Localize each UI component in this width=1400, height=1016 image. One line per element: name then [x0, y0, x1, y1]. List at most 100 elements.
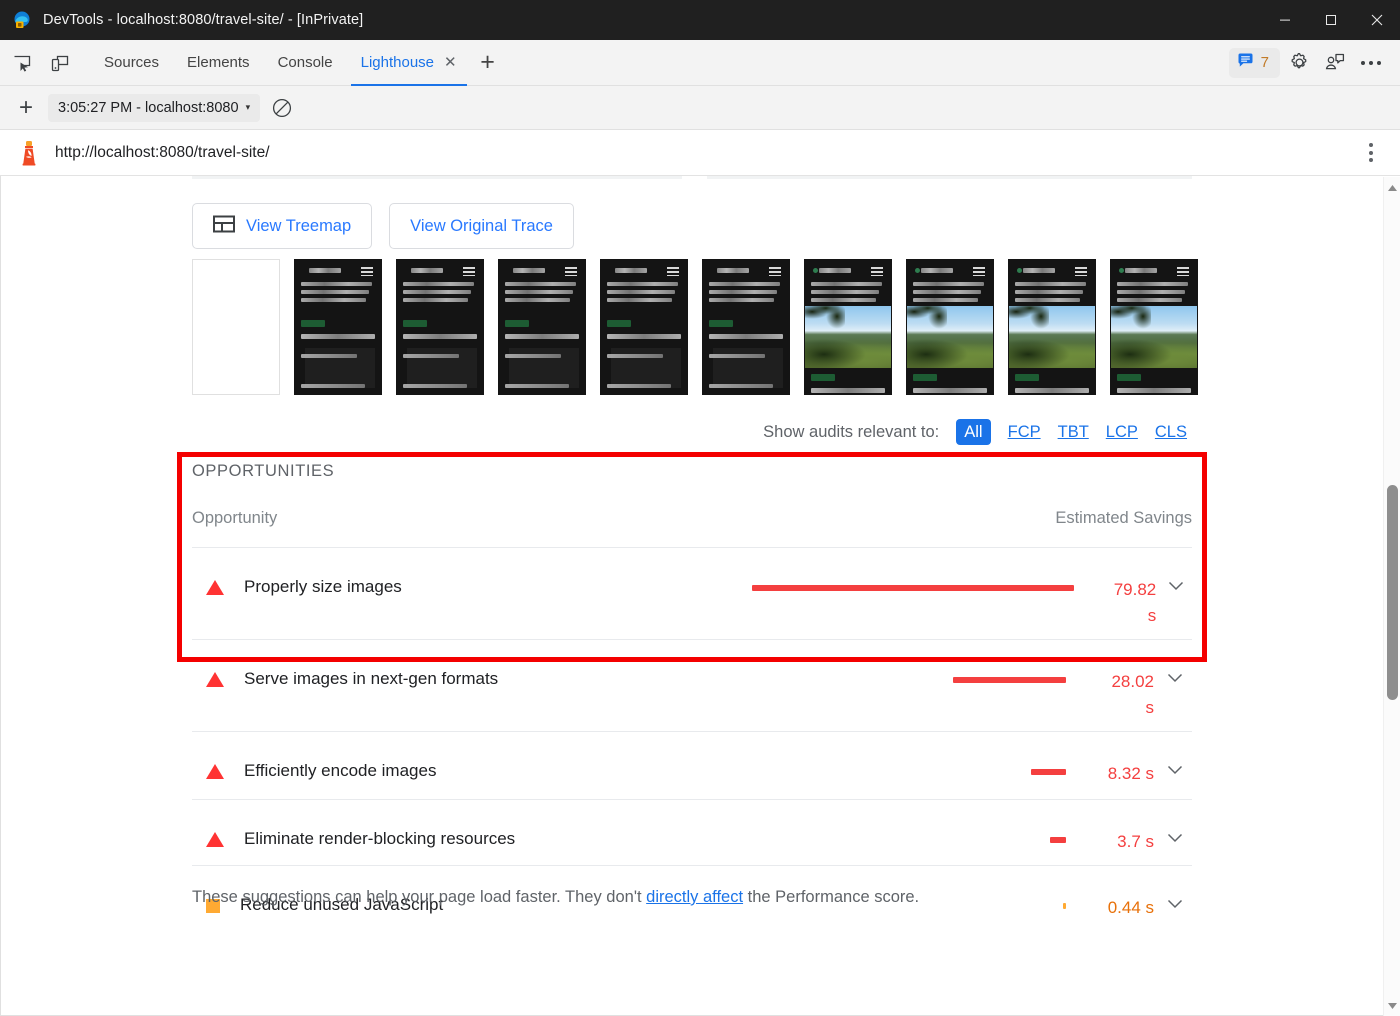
lighthouse-icon — [17, 140, 41, 166]
maximize-button[interactable] — [1308, 0, 1354, 40]
scrollbar-thumb[interactable] — [1387, 485, 1398, 700]
filmstrip-frame[interactable] — [600, 259, 688, 395]
savings-bar-track — [752, 829, 1066, 843]
device-toolbar-icon[interactable] — [44, 48, 76, 78]
filmstrip-frame[interactable] — [1008, 259, 1096, 395]
opportunities-table-header: Opportunity Estimated Savings — [192, 509, 1192, 548]
footnote-text-after: the Performance score. — [743, 888, 920, 906]
filter-chip-all[interactable]: All — [956, 419, 991, 445]
inspect-element-icon[interactable] — [6, 48, 38, 78]
savings-value: 28.02 s — [1066, 669, 1158, 721]
window-title-bar: DevTools - localhost:8080/travel-site/ -… — [0, 0, 1400, 40]
savings-unit: s — [1147, 606, 1157, 625]
chevron-down-icon[interactable] — [1158, 895, 1192, 913]
table-row[interactable]: Properly size images 79.82 s — [192, 548, 1192, 640]
cut-off-section-above — [192, 176, 1192, 180]
filmstrip-frame[interactable] — [498, 259, 586, 395]
window-title: DevTools - localhost:8080/travel-site/ -… — [43, 12, 364, 28]
filter-chip-tbt[interactable]: TBT — [1058, 423, 1089, 442]
savings-bar — [752, 585, 1074, 591]
report-url: http://localhost:8080/travel-site/ — [55, 143, 270, 161]
savings-value: 0.44 s — [1107, 898, 1154, 917]
opportunity-name: Serve images in next-gen formats — [244, 669, 499, 688]
message-count: 7 — [1260, 54, 1269, 71]
tab-sources[interactable]: Sources — [90, 40, 173, 86]
opportunities-section: OPPORTUNITIES Opportunity Estimated Savi… — [192, 462, 1192, 932]
audit-filter-row: Show audits relevant to: All FCP TBT LCP… — [763, 419, 1187, 445]
filter-chip-lcp[interactable]: LCP — [1106, 423, 1138, 442]
opportunities-title: OPPORTUNITIES — [192, 462, 335, 480]
tab-bar-actions: 7 — [1228, 47, 1400, 79]
chevron-down-icon[interactable] — [1160, 577, 1192, 595]
fail-triangle-icon — [206, 832, 224, 847]
view-treemap-label: View Treemap — [246, 216, 352, 235]
savings-value: 3.7 s — [1117, 832, 1154, 851]
report-selector[interactable]: 3:05:27 PM - localhost:8080 ▾ — [48, 93, 261, 122]
footnote-link[interactable]: directly affect — [646, 888, 743, 906]
message-icon — [1237, 52, 1254, 74]
tab-label: Sources — [104, 54, 160, 71]
kebab-menu-icon[interactable] — [1364, 138, 1378, 167]
report-action-buttons: View Treemap View Original Trace — [192, 203, 574, 249]
view-treemap-button[interactable]: View Treemap — [192, 203, 373, 249]
filmstrip-frame[interactable] — [906, 259, 994, 395]
minimize-button[interactable] — [1262, 0, 1308, 40]
more-icon[interactable] — [1354, 47, 1388, 79]
feedback-icon[interactable] — [1318, 47, 1352, 79]
close-button[interactable] — [1354, 0, 1400, 40]
opportunities-footnote: These suggestions can help your page loa… — [192, 888, 919, 907]
savings-bar-track — [752, 761, 1066, 775]
savings-unit: s — [1145, 698, 1155, 717]
filmstrip-frame[interactable] — [702, 259, 790, 395]
opportunity-name: Efficiently encode images — [244, 761, 437, 780]
savings-bar — [953, 677, 1066, 683]
treemap-icon — [213, 214, 235, 239]
report-selector-label: 3:05:27 PM - localhost:8080 — [58, 99, 239, 116]
scroll-down-arrow-icon[interactable] — [1384, 997, 1400, 1014]
filmstrip-frame[interactable] — [804, 259, 892, 395]
chevron-down-icon[interactable] — [1158, 669, 1192, 687]
tab-console[interactable]: Console — [264, 40, 347, 86]
close-icon[interactable]: ✕ — [444, 55, 457, 70]
view-original-trace-button[interactable]: View Original Trace — [389, 203, 574, 249]
chevron-down-icon[interactable] — [1158, 761, 1192, 779]
table-row[interactable]: Serve images in next-gen formats 28.02 s — [192, 640, 1192, 732]
tab-label: Lighthouse — [360, 54, 435, 71]
filmstrip-frame[interactable] — [396, 259, 484, 395]
chevron-down-icon: ▾ — [245, 102, 251, 112]
opportunity-name: Eliminate render-blocking resources — [244, 829, 516, 848]
table-row[interactable]: Eliminate render-blocking resources 3.7 … — [192, 800, 1192, 866]
chevron-down-icon[interactable] — [1158, 829, 1192, 847]
message-count-badge[interactable]: 7 — [1228, 47, 1280, 78]
filmstrip-frame[interactable] — [192, 259, 280, 395]
devtools-tab-bar: Sources Elements Console Lighthouse ✕ + … — [0, 40, 1400, 86]
tab-lighthouse[interactable]: Lighthouse ✕ — [347, 40, 471, 86]
report-scrollbar[interactable] — [1383, 177, 1400, 1016]
savings-bar-track — [752, 577, 1074, 591]
fail-triangle-icon — [206, 580, 224, 595]
tab-elements[interactable]: Elements — [173, 40, 264, 86]
filter-chip-fcp[interactable]: FCP — [1008, 423, 1041, 442]
filmstrip-frame[interactable] — [294, 259, 382, 395]
new-report-button[interactable]: + — [10, 93, 42, 123]
audit-filter-label: Show audits relevant to: — [763, 422, 940, 441]
filmstrip-frame[interactable] — [1110, 259, 1198, 395]
savings-value: 8.32 s — [1107, 764, 1154, 783]
window-controls — [1262, 0, 1400, 40]
view-original-trace-label: View Original Trace — [410, 216, 553, 235]
footnote-text-before: These suggestions can help your page loa… — [192, 888, 647, 906]
clear-all-icon[interactable] — [266, 93, 298, 123]
report-url-bar: http://localhost:8080/travel-site/ — [0, 130, 1400, 176]
savings-bar-track — [752, 669, 1066, 683]
scroll-up-arrow-icon[interactable] — [1384, 179, 1400, 196]
panel-tabs: Sources Elements Console Lighthouse ✕ + — [90, 40, 505, 86]
filter-chip-cls[interactable]: CLS — [1155, 423, 1187, 442]
gear-icon[interactable] — [1282, 47, 1316, 79]
table-row[interactable]: Efficiently encode images 8.32 s — [192, 732, 1192, 800]
add-panel-button[interactable]: + — [471, 40, 505, 86]
fail-triangle-icon — [206, 672, 224, 687]
fail-triangle-icon — [206, 764, 224, 779]
filmstrip — [192, 259, 1198, 395]
savings-bar — [1050, 837, 1066, 843]
savings-bar — [1031, 769, 1066, 775]
